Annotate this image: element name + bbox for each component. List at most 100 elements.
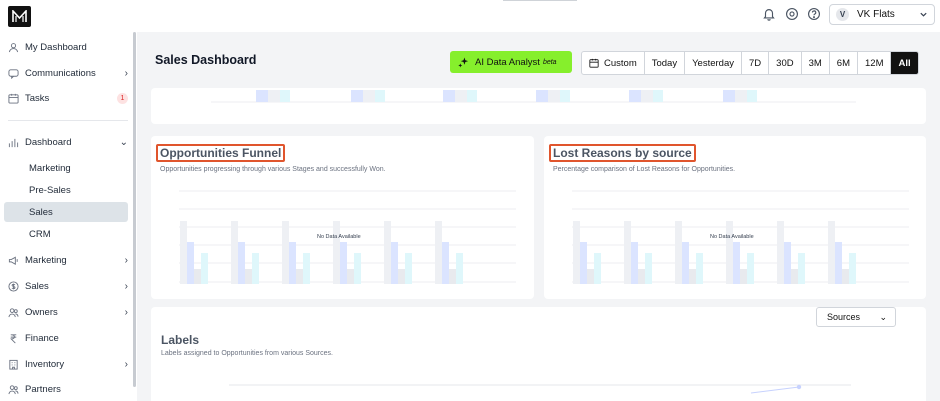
sparkle-icon bbox=[458, 56, 469, 67]
sidebar-item-my-dashboard[interactable]: My Dashboard bbox=[8, 37, 128, 57]
chat-icon bbox=[8, 68, 19, 79]
help-icon[interactable] bbox=[807, 7, 821, 21]
placeholder-bar bbox=[580, 242, 587, 284]
sidebar-item-label: Sales bbox=[25, 280, 49, 292]
sidebar-item-dashboard[interactable]: Dashboard ⌄ bbox=[8, 132, 128, 152]
chevron-right-icon: › bbox=[124, 67, 128, 79]
app-logo[interactable] bbox=[8, 6, 31, 27]
placeholder-bar bbox=[252, 253, 259, 284]
sidebar-item-sales[interactable]: Sales › bbox=[8, 276, 128, 296]
chevron-right-icon: › bbox=[124, 254, 128, 266]
placeholder-bar bbox=[351, 90, 363, 102]
sidebar-sub-sales[interactable]: Sales bbox=[4, 202, 128, 222]
range-7d[interactable]: 7D bbox=[742, 52, 770, 74]
placeholder-bar bbox=[653, 90, 663, 102]
range-today[interactable]: Today bbox=[645, 52, 686, 74]
gear-icon[interactable] bbox=[785, 7, 799, 21]
placeholder-bar bbox=[443, 90, 455, 102]
sidebar-sub-pre-sales[interactable]: Pre-Sales bbox=[4, 180, 128, 200]
placeholder-bar bbox=[398, 269, 405, 284]
range-12m[interactable]: 12M bbox=[858, 52, 892, 74]
placeholder-bar bbox=[733, 242, 740, 284]
placeholder-bar bbox=[835, 242, 842, 284]
placeholder-bar bbox=[631, 242, 638, 284]
sidebar-item-label: Dashboard bbox=[25, 136, 72, 148]
placeholder-bar bbox=[740, 269, 747, 284]
placeholder-bar bbox=[536, 90, 548, 102]
user-icon bbox=[8, 42, 19, 53]
top-divider bbox=[503, 0, 577, 1]
sidebar-item-label: Finance bbox=[25, 332, 59, 344]
placeholder-bar bbox=[777, 221, 784, 284]
placeholder-bar bbox=[231, 221, 238, 284]
placeholder-bar bbox=[180, 221, 187, 284]
placeholder-bar bbox=[363, 90, 375, 102]
top-chart-card bbox=[151, 88, 926, 124]
opportunities-funnel-card: Opportunities Funnel Opportunities progr… bbox=[151, 136, 534, 299]
range-3m[interactable]: 3M bbox=[802, 52, 830, 74]
placeholder-bar bbox=[375, 90, 385, 102]
users-icon bbox=[8, 307, 19, 318]
range-all[interactable]: All bbox=[891, 52, 918, 74]
chevron-right-icon: › bbox=[124, 280, 128, 292]
placeholder-bar bbox=[391, 242, 398, 284]
sidebar-item-communications[interactable]: Communications › bbox=[8, 63, 128, 83]
sidebar-sub-crm[interactable]: CRM bbox=[4, 224, 128, 244]
sidebar-item-label: My Dashboard bbox=[25, 41, 87, 53]
placeholder-bar bbox=[194, 269, 201, 284]
placeholder-bar bbox=[455, 90, 467, 102]
range-6m[interactable]: 6M bbox=[830, 52, 858, 74]
placeholder-bar bbox=[456, 253, 463, 284]
chevron-right-icon: › bbox=[124, 306, 128, 318]
range-yesterday[interactable]: Yesterday bbox=[685, 52, 742, 74]
placeholder-bar bbox=[689, 269, 696, 284]
placeholder-bar bbox=[747, 253, 754, 284]
page-title: Sales Dashboard bbox=[155, 53, 257, 67]
ai-data-analyst-button[interactable]: AI Data Analyst beta bbox=[450, 51, 572, 73]
placeholder-bar bbox=[435, 221, 442, 284]
org-selector[interactable]: V VK Flats bbox=[829, 4, 935, 25]
placeholder-bar bbox=[256, 90, 268, 102]
placeholder-bar bbox=[682, 242, 689, 284]
sidebar-scrollbar[interactable] bbox=[133, 32, 136, 387]
sidebar-sub-label: Pre-Sales bbox=[29, 184, 71, 196]
range-30d[interactable]: 30D bbox=[769, 52, 802, 74]
sidebar-item-owners[interactable]: Owners › bbox=[8, 302, 128, 322]
placeholder-bar bbox=[289, 242, 296, 284]
placeholder-bar bbox=[629, 90, 641, 102]
labels-card: Sources ⌄ Labels Labels assigned to Oppo… bbox=[151, 307, 926, 401]
placeholder-bar bbox=[296, 269, 303, 284]
funnel-chart-placeholder bbox=[179, 190, 516, 284]
bar-chart-icon bbox=[8, 137, 19, 148]
top-bar: V VK Flats bbox=[0, 0, 940, 32]
sidebar-item-finance[interactable]: Finance bbox=[8, 328, 128, 348]
sidebar-item-tasks[interactable]: Tasks 1 bbox=[8, 88, 128, 108]
placeholder-bar bbox=[405, 253, 412, 284]
lost-reasons-chart-placeholder bbox=[572, 190, 909, 284]
chevron-down-icon: ⌄ bbox=[119, 136, 128, 148]
range-custom[interactable]: Custom bbox=[582, 52, 645, 74]
range-label: Custom bbox=[604, 57, 637, 69]
placeholder-bar bbox=[280, 90, 290, 102]
placeholder-bar bbox=[449, 269, 456, 284]
bell-icon[interactable] bbox=[762, 7, 776, 21]
chevron-right-icon: › bbox=[124, 358, 128, 370]
placeholder-bar bbox=[791, 269, 798, 284]
placeholder-bar bbox=[747, 90, 757, 102]
sidebar-item-label: Partners bbox=[25, 383, 61, 395]
placeholder-bar bbox=[624, 221, 631, 284]
building-icon bbox=[8, 359, 19, 370]
sidebar-item-marketing[interactable]: Marketing › bbox=[8, 250, 128, 270]
placeholder-bar bbox=[201, 253, 208, 284]
placeholder-bar bbox=[282, 221, 289, 284]
sidebar-item-label: Inventory bbox=[25, 358, 65, 370]
org-avatar: V bbox=[836, 8, 849, 21]
sidebar-sub-marketing[interactable]: Marketing bbox=[4, 158, 128, 178]
sidebar-item-partners[interactable]: Partners bbox=[8, 379, 128, 399]
sidebar-sub-label: Sales bbox=[29, 206, 53, 218]
sidebar-item-inventory[interactable]: Inventory › bbox=[8, 354, 128, 374]
placeholder-bar bbox=[384, 221, 391, 284]
placeholder-bar bbox=[333, 221, 340, 284]
users-icon bbox=[8, 384, 19, 395]
placeholder-bar bbox=[723, 90, 735, 102]
